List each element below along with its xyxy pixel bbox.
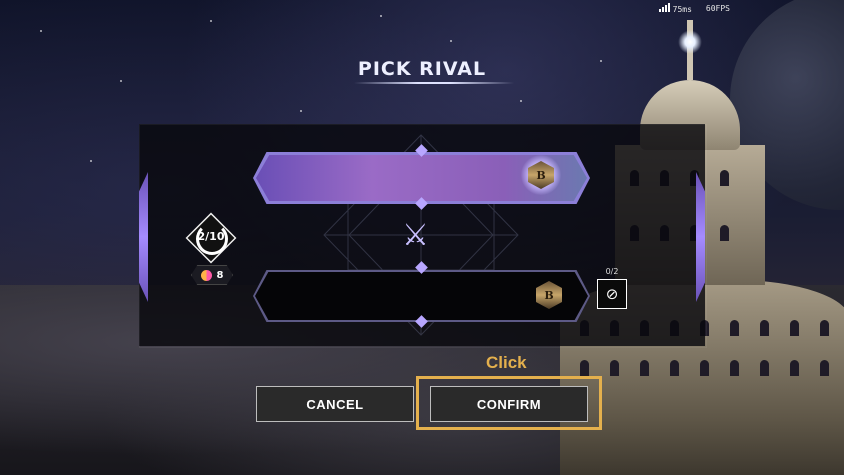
token-count: 8: [216, 269, 224, 281]
token-icon: [200, 269, 212, 281]
status-hud: 75ms 60FPS: [658, 3, 730, 14]
player-rank-letter: B: [536, 168, 546, 182]
click-highlight-box: [416, 376, 602, 430]
attempts-text: 2/10: [197, 230, 225, 243]
token-counter: 8: [191, 265, 233, 285]
swap-count: 0/2: [605, 267, 619, 276]
left-side-accent: [139, 172, 148, 302]
signal-icon: [658, 3, 670, 12]
swap-control: 0/2 ⊘: [597, 267, 627, 309]
click-hint-label: Click: [486, 353, 527, 372]
cancel-button[interactable]: CANCEL: [256, 386, 414, 422]
fps-text: 60FPS: [705, 4, 730, 13]
crossed-swords-icon: ⚔: [402, 218, 429, 253]
title-underline: [354, 82, 514, 84]
rival-rank-letter: B: [544, 288, 554, 302]
rival-rank-badge: B: [534, 280, 564, 310]
page-title: PICK RIVAL: [357, 58, 487, 80]
player-rank-badge: B: [521, 155, 561, 195]
right-side-accent: [696, 172, 705, 302]
swap-icon: ⊘: [605, 285, 619, 303]
swap-rival-button[interactable]: ⊘: [597, 279, 627, 309]
ping-text: 75ms: [672, 5, 692, 14]
ping-indicator: 75ms: [658, 3, 692, 14]
attempts-counter: 2/10: [185, 212, 237, 264]
